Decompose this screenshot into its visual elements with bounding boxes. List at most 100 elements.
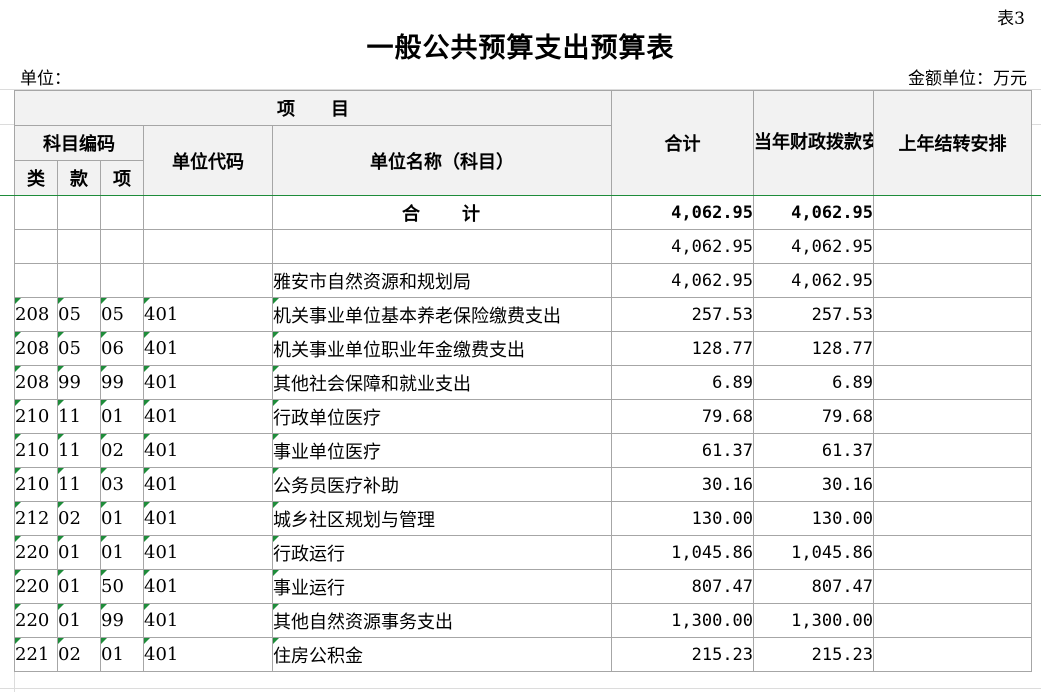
header-lei[interactable]: 类 xyxy=(14,160,58,196)
unit-code-cell[interactable]: 401 xyxy=(143,535,273,570)
total-row[interactable]: 合 计 4,062.95 4,062.95 xyxy=(14,195,1033,230)
last-year-cell[interactable] xyxy=(873,365,1033,400)
subject-lei-cell[interactable]: 220 xyxy=(14,569,58,604)
last-year-cell[interactable] xyxy=(873,331,1033,366)
table-row[interactable]: 210 11 01 401 行政单位医疗 79.68 79.68 xyxy=(14,399,1033,434)
table-row[interactable]: 220 01 01 401 行政运行 1,045.86 1,045.86 xyxy=(14,535,1033,570)
subject-kuan-cell[interactable]: 99 xyxy=(57,365,101,400)
unit-name-cell[interactable]: 其他自然资源事务支出 xyxy=(271,603,613,638)
total-label[interactable]: 合 计 xyxy=(271,195,613,230)
subject-xiang-cell[interactable]: 99 xyxy=(100,365,144,400)
cell[interactable] xyxy=(14,229,58,264)
table-row[interactable]: 212 02 01 401 城乡社区规划与管理 130.00 130.00 xyxy=(14,501,1033,536)
subject-kuan-cell[interactable]: 11 xyxy=(57,433,101,468)
unit-code-cell[interactable]: 401 xyxy=(143,501,273,536)
unit-code-cell[interactable]: 401 xyxy=(143,331,273,366)
unit-code-cell[interactable]: 401 xyxy=(143,433,273,468)
header-total[interactable]: 合计 xyxy=(611,90,755,196)
total-amount[interactable]: 4,062.95 xyxy=(611,195,755,230)
subject-xiang-cell[interactable]: 01 xyxy=(100,637,144,672)
last-year-cell[interactable] xyxy=(873,297,1033,332)
cell[interactable] xyxy=(100,195,144,230)
header-kuan[interactable]: 款 xyxy=(57,160,101,196)
cell[interactable] xyxy=(57,229,101,264)
unit-code-cell[interactable]: 401 xyxy=(143,603,273,638)
table-row[interactable]: 210 11 02 401 事业单位医疗 61.37 61.37 xyxy=(14,433,1033,468)
current-year-cell[interactable]: 79.68 xyxy=(753,399,875,434)
cell[interactable] xyxy=(14,195,58,230)
last-year-cell[interactable] xyxy=(873,467,1033,502)
summary-row[interactable]: 4,062.95 4,062.95 xyxy=(14,229,1033,264)
total-cell[interactable]: 1,045.86 xyxy=(611,535,755,570)
subject-lei-cell[interactable]: 210 xyxy=(14,399,58,434)
total-last[interactable] xyxy=(873,195,1033,230)
table-row[interactable]: 208 05 05 401 机关事业单位基本养老保险缴费支出 257.53 257.53 xyxy=(14,297,1033,332)
subject-xiang-cell[interactable]: 99 xyxy=(100,603,144,638)
subject-xiang-cell[interactable]: 02 xyxy=(100,433,144,468)
subject-xiang-cell[interactable]: 03 xyxy=(100,467,144,502)
total-cell[interactable]: 257.53 xyxy=(611,297,755,332)
unit-name-cell[interactable]: 事业单位医疗 xyxy=(271,433,613,468)
header-last-year[interactable]: 上年结转安排 xyxy=(873,90,1033,196)
subject-kuan-cell[interactable]: 05 xyxy=(57,297,101,332)
cell[interactable] xyxy=(100,229,144,264)
current-year-cell[interactable]: 215.23 xyxy=(753,637,875,672)
current-year-cell[interactable]: 257.53 xyxy=(753,297,875,332)
table-row[interactable]: 208 05 06 401 机关事业单位职业年金缴费支出 128.77 128.77 xyxy=(14,331,1033,366)
total-cell[interactable]: 130.00 xyxy=(611,501,755,536)
unit-code-cell[interactable]: 401 xyxy=(143,637,273,672)
last-year-cell[interactable] xyxy=(873,501,1033,536)
unit-name-cell[interactable]: 其他社会保障和就业支出 xyxy=(271,365,613,400)
header-unit-name[interactable]: 单位名称（科目） xyxy=(271,125,613,196)
total-cell[interactable]: 6.89 xyxy=(611,365,755,400)
summary-current[interactable]: 4,062.95 xyxy=(753,229,875,264)
cell[interactable] xyxy=(57,195,101,230)
unit-name-cell[interactable]: 事业运行 xyxy=(271,569,613,604)
current-year-cell[interactable]: 61.37 xyxy=(753,433,875,468)
subject-xiang-cell[interactable]: 06 xyxy=(100,331,144,366)
current-year-cell[interactable]: 1,045.86 xyxy=(753,535,875,570)
last-year-cell[interactable] xyxy=(873,433,1033,468)
summary-total[interactable]: 4,062.95 xyxy=(611,263,755,298)
summary-row[interactable]: 雅安市自然资源和规划局 4,062.95 4,062.95 xyxy=(14,263,1033,298)
header-xiang[interactable]: 项 xyxy=(100,160,144,196)
subject-lei-cell[interactable]: 220 xyxy=(14,603,58,638)
subject-lei-cell[interactable]: 220 xyxy=(14,535,58,570)
subject-lei-cell[interactable]: 210 xyxy=(14,467,58,502)
cell[interactable] xyxy=(100,263,144,298)
cell[interactable] xyxy=(143,229,273,264)
summary-last[interactable] xyxy=(873,263,1033,298)
subject-kuan-cell[interactable]: 02 xyxy=(57,637,101,672)
current-year-cell[interactable]: 128.77 xyxy=(753,331,875,366)
subject-lei-cell[interactable]: 208 xyxy=(14,297,58,332)
total-cell[interactable]: 215.23 xyxy=(611,637,755,672)
unit-code-cell[interactable]: 401 xyxy=(143,297,273,332)
unit-code-cell[interactable]: 401 xyxy=(143,365,273,400)
cell[interactable] xyxy=(14,263,58,298)
total-cell[interactable]: 1,300.00 xyxy=(611,603,755,638)
last-year-cell[interactable] xyxy=(873,569,1033,604)
summary-name[interactable] xyxy=(271,229,613,264)
subject-lei-cell[interactable]: 210 xyxy=(14,433,58,468)
table-row[interactable]: 220 01 50 401 事业运行 807.47 807.47 xyxy=(14,569,1033,604)
summary-last[interactable] xyxy=(873,229,1033,264)
header-current-year[interactable]: 当年财政拨款安排 xyxy=(753,90,875,196)
unit-code-cell[interactable]: 401 xyxy=(143,467,273,502)
current-year-cell[interactable]: 807.47 xyxy=(753,569,875,604)
current-year-cell[interactable]: 6.89 xyxy=(753,365,875,400)
unit-code-cell[interactable]: 401 xyxy=(143,399,273,434)
unit-name-cell[interactable]: 机关事业单位职业年金缴费支出 xyxy=(271,331,613,366)
subject-xiang-cell[interactable]: 05 xyxy=(100,297,144,332)
table-row[interactable]: 220 01 99 401 其他自然资源事务支出 1,300.00 1,300.00 xyxy=(14,603,1033,638)
total-cell[interactable]: 128.77 xyxy=(611,331,755,366)
table-row[interactable]: 208 99 99 401 其他社会保障和就业支出 6.89 6.89 xyxy=(14,365,1033,400)
summary-name[interactable]: 雅安市自然资源和规划局 xyxy=(271,263,613,298)
last-year-cell[interactable] xyxy=(873,603,1033,638)
subject-lei-cell[interactable]: 208 xyxy=(14,365,58,400)
subject-kuan-cell[interactable]: 01 xyxy=(57,569,101,604)
unit-name-cell[interactable]: 机关事业单位基本养老保险缴费支出 xyxy=(271,297,613,332)
total-cell[interactable]: 807.47 xyxy=(611,569,755,604)
subject-lei-cell[interactable]: 221 xyxy=(14,637,58,672)
unit-code-cell[interactable]: 401 xyxy=(143,569,273,604)
subject-xiang-cell[interactable]: 01 xyxy=(100,399,144,434)
